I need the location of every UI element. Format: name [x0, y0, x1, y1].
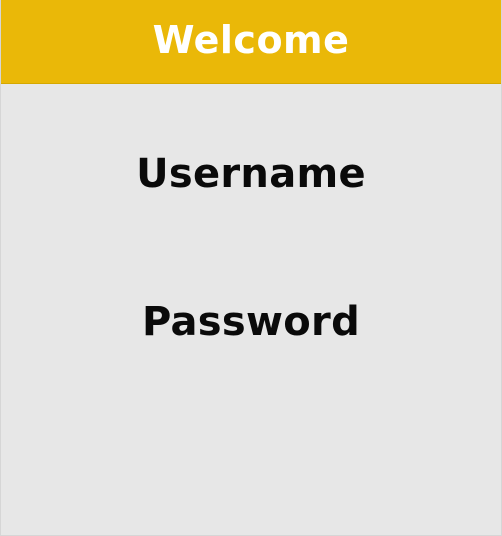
password-label: Password	[141, 299, 361, 345]
page-title: Welcome	[152, 17, 350, 62]
login-screen: Welcome Username Password	[0, 0, 502, 536]
header-bar: Welcome	[1, 0, 501, 84]
username-label: Username	[136, 151, 366, 197]
